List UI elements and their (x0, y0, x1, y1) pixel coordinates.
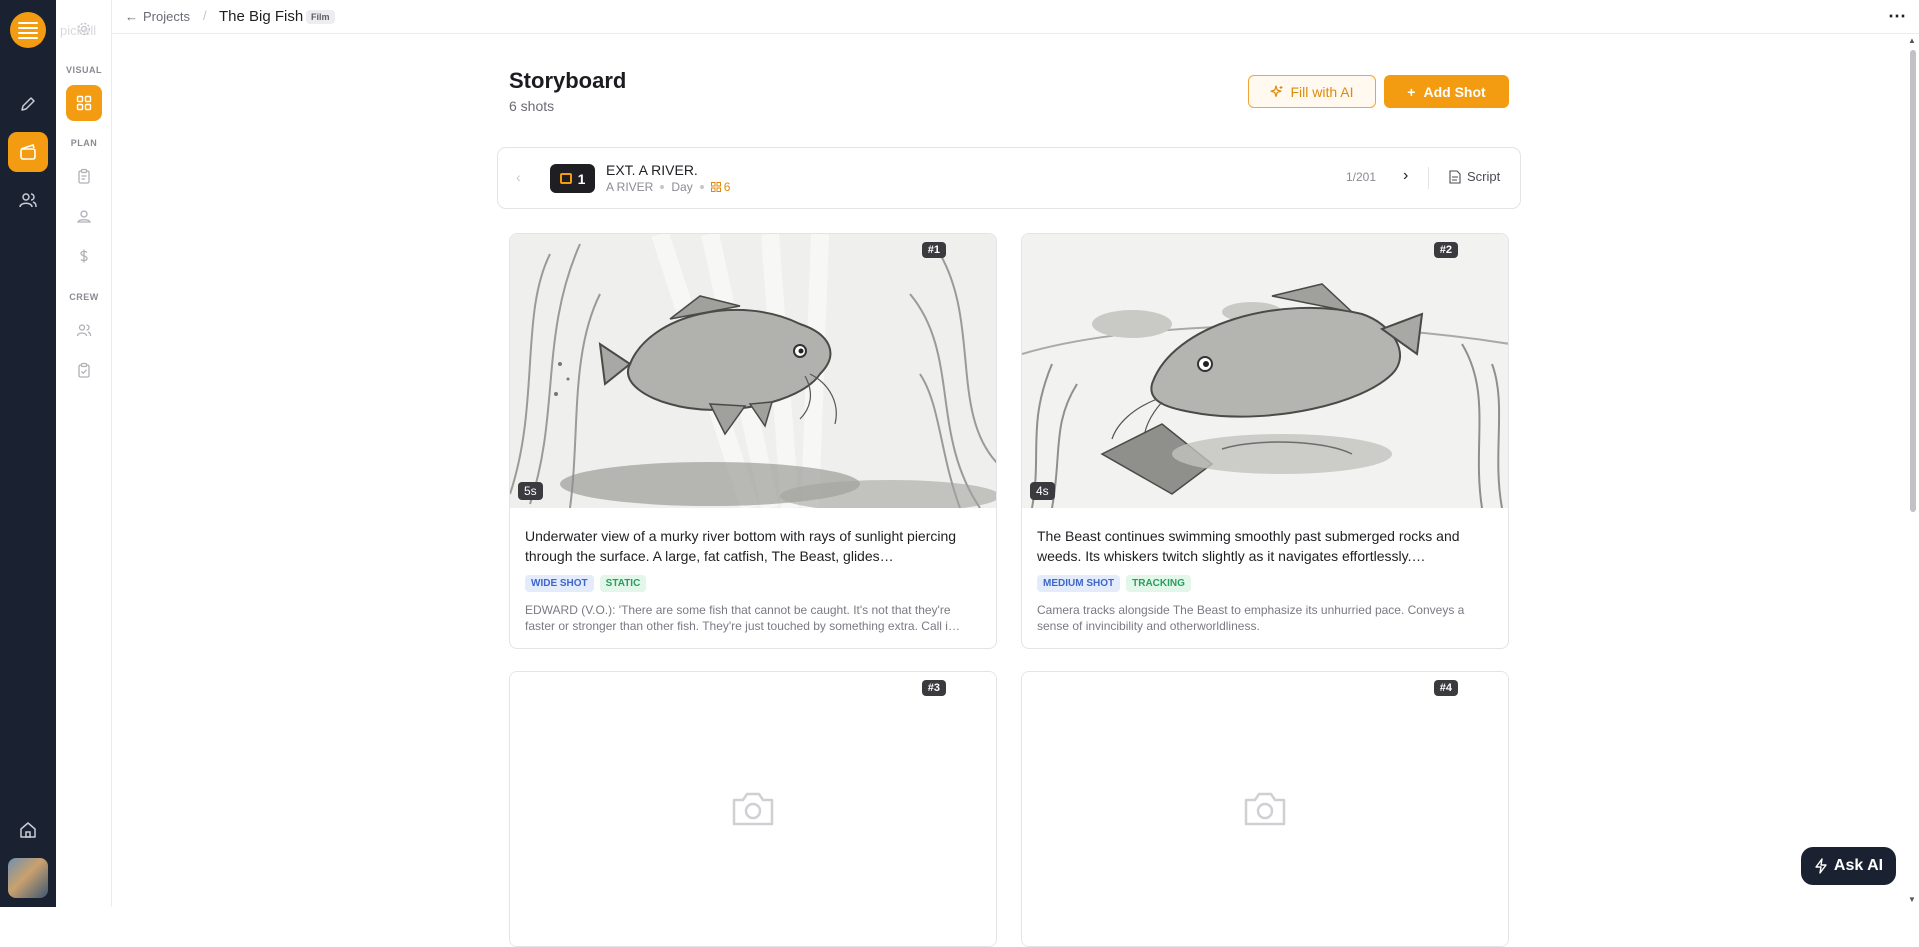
section-sidebar: VISUAL PLAN CREW (56, 0, 112, 907)
scene-navigator: ‹ 1 EXT. A RIVER. A RIVER Day 6 1/201 › … (497, 147, 1521, 209)
home-icon[interactable] (8, 810, 48, 850)
breadcrumb-separator: / (203, 8, 207, 23)
scene-pager: 1/201 (1346, 170, 1377, 184)
fill-with-ai-button[interactable]: Fill with AI (1248, 75, 1376, 108)
scene-location: A RIVER (606, 180, 654, 194)
shot-1-sketch-image: #1 5s (510, 234, 996, 508)
script-button[interactable]: Script (1449, 169, 1500, 184)
add-shot-label: Add Shot (1423, 83, 1486, 100)
user-avatar[interactable] (8, 858, 48, 898)
back-to-projects-link[interactable]: ← Projects (125, 9, 190, 24)
scroll-up-arrow-icon[interactable]: ▲ (1908, 36, 1916, 45)
app-logo[interactable] (10, 12, 46, 48)
project-type-badge: Film (306, 10, 335, 24)
scene-shot-count: 6 (710, 180, 731, 194)
storyboard-grid-icon[interactable] (66, 85, 102, 121)
scene-number-badge: 1 (550, 164, 595, 193)
document-icon (1449, 169, 1461, 184)
shot-3-empty-frame[interactable]: #3 (510, 672, 996, 946)
checklist-icon[interactable] (66, 352, 102, 388)
clipboard-icon[interactable] (66, 158, 102, 194)
divider (1428, 167, 1429, 189)
shot-card-1[interactable]: #1 5s Underwater view of a murky river b… (509, 233, 997, 649)
shot-duration-badge: 4s (1030, 482, 1055, 500)
shot-size-tag: WIDE SHOT (525, 575, 594, 592)
crew-people-icon[interactable] (66, 312, 102, 348)
page-title: Storyboard (509, 68, 627, 93)
shot-number-badge: #3 (921, 680, 946, 696)
section-label-plan: PLAN (70, 138, 98, 148)
shot-description: The Beast continues swimming smoothly pa… (1037, 528, 1460, 564)
section-label-crew: CREW (69, 292, 99, 302)
script-label: Script (1467, 169, 1501, 184)
previous-scene-chevron-icon[interactable]: ‹ (516, 169, 521, 185)
clapperboard-icon[interactable] (8, 132, 48, 172)
shot-card-3[interactable]: #3 (509, 671, 997, 947)
faded-app-label: pickell (60, 23, 97, 38)
camera-icon (732, 792, 774, 826)
shot-card-2[interactable]: #2 4s The Beast continues swimming smoot… (1021, 233, 1509, 649)
shot-number-badge: #1 (921, 242, 946, 258)
scene-meta: A RIVER Day 6 (606, 180, 730, 194)
camera-movement-tag: STATIC (599, 575, 647, 592)
next-scene-chevron-icon[interactable]: › (1403, 167, 1408, 185)
shot-number-badge: #2 (1433, 242, 1458, 258)
more-options-icon[interactable]: ⋯ (1888, 6, 1907, 27)
shot-count: 6 shots (509, 98, 555, 114)
pencil-icon[interactable] (8, 84, 48, 124)
add-shot-button[interactable]: + Add Shot (1384, 75, 1509, 108)
plus-icon: + (1407, 83, 1416, 100)
location-pin-icon[interactable] (66, 198, 102, 234)
shot-card-4[interactable]: #4 (1021, 671, 1509, 947)
scrollbar-thumb[interactable] (1910, 50, 1916, 512)
meta-separator-dot (660, 185, 665, 189)
shot-4-empty-frame[interactable]: #4 (1022, 672, 1508, 946)
sparkle-icon (1270, 84, 1283, 97)
app-rail (0, 0, 56, 907)
scene-heading: EXT. A RIVER. (606, 162, 698, 178)
camera-icon (1244, 792, 1286, 826)
shot-notes: EDWARD (V.O.): 'There are some fish that… (525, 603, 960, 633)
team-icon[interactable] (8, 180, 48, 220)
film-icon (559, 173, 572, 184)
projects-link-label: Projects (143, 9, 190, 24)
shot-size-tag: MEDIUM SHOT (1037, 575, 1121, 592)
shot-2-sketch-image: #2 4s (1022, 234, 1508, 508)
section-label-visual: VISUAL (65, 65, 102, 75)
ask-ai-button[interactable]: Ask AI (1801, 847, 1896, 885)
project-title: The Big Fish (219, 8, 304, 25)
arrow-left-icon: ← (125, 9, 138, 24)
shot-description: Underwater view of a murky river bottom … (525, 528, 957, 564)
page-scrollbar[interactable]: ▲ ▼ (1906, 36, 1919, 907)
fill-with-ai-label: Fill with AI (1290, 83, 1354, 100)
lightning-icon (1815, 858, 1827, 874)
scene-number: 1 (577, 170, 586, 187)
budget-dollar-icon[interactable] (66, 238, 102, 274)
scene-time: Day (671, 180, 693, 194)
shot-number-badge: #4 (1433, 680, 1458, 696)
shot-duration-badge: 5s (518, 482, 543, 500)
ask-ai-label: Ask AI (1833, 857, 1884, 874)
camera-movement-tag: TRACKING (1126, 575, 1191, 592)
top-bar: ← Projects / The Big Fish Film ⋯ (112, 0, 1919, 34)
scroll-down-arrow-icon[interactable]: ▼ (1908, 895, 1916, 904)
shot-notes: Camera tracks alongside The Beast to emp… (1037, 603, 1465, 633)
scene-shot-count-value: 6 (723, 180, 731, 194)
meta-separator-dot (699, 185, 704, 189)
grid-icon (710, 182, 721, 192)
